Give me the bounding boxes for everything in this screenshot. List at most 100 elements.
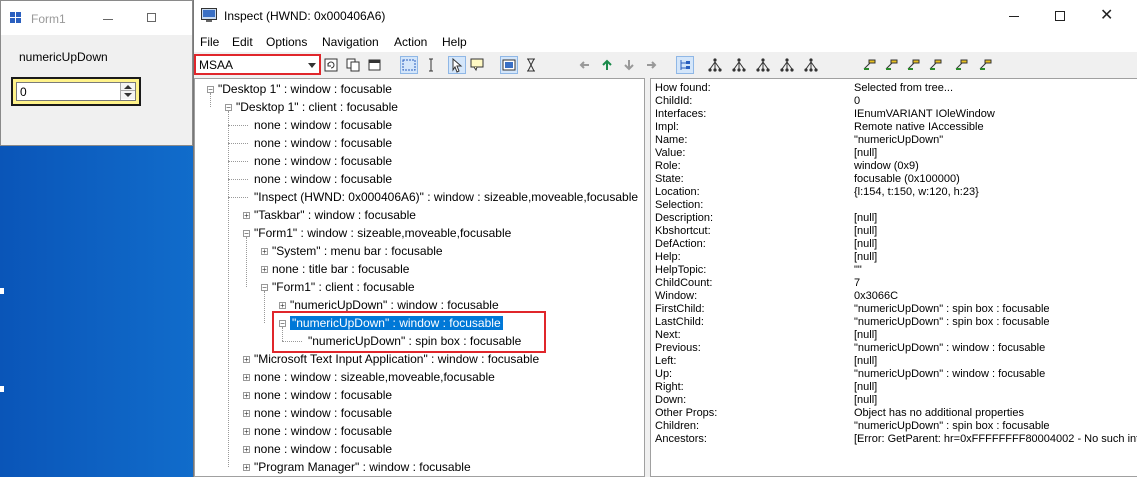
property-row[interactable]: Name: "numericUpDown" xyxy=(651,134,1137,147)
collapse-icon[interactable]: − xyxy=(225,104,232,112)
caret-icon[interactable] xyxy=(423,57,439,73)
tree-item[interactable]: none : window : focusable xyxy=(254,440,392,458)
numeric-updown-control[interactable]: 0 xyxy=(16,82,136,101)
menu-file[interactable]: File xyxy=(200,35,219,49)
property-row[interactable]: ChildCount: 7 xyxy=(651,277,1137,290)
tree-item[interactable]: none : window : focusable xyxy=(254,404,392,422)
properties-pane[interactable]: How found: Selected from tree... ChildId: 0… xyxy=(650,78,1137,477)
form1-title-bar[interactable]: Form1 xyxy=(1,1,192,35)
menu-edit[interactable]: Edit xyxy=(232,35,253,49)
property-row[interactable]: Help: [null] xyxy=(651,251,1137,264)
expand-icon[interactable]: + xyxy=(243,446,250,454)
tree-item[interactable]: none : window : focusable xyxy=(254,134,392,152)
expand-icon[interactable]: + xyxy=(243,212,250,220)
tree-item[interactable]: none : window : focusable xyxy=(254,422,392,440)
property-row[interactable]: ChildId: 0 xyxy=(651,95,1137,108)
back-icon[interactable] xyxy=(577,57,593,73)
property-row[interactable]: Selection: xyxy=(651,199,1137,212)
navigate-last-child-icon[interactable] xyxy=(803,57,819,73)
form1-minimize-button[interactable] xyxy=(103,19,113,20)
expand-icon[interactable]: + xyxy=(243,356,250,364)
property-row[interactable]: Role: window (0x9) xyxy=(651,160,1137,173)
property-row[interactable]: Description: [null] xyxy=(651,212,1137,225)
property-row[interactable]: Location: {l:154, t:150, w:120, h:23} xyxy=(651,186,1137,199)
tree-item[interactable]: none : window : focusable xyxy=(254,386,392,404)
action-icon-6[interactable] xyxy=(977,57,993,73)
expand-icon[interactable]: + xyxy=(261,266,268,274)
action-icon-4[interactable] xyxy=(927,57,943,73)
inspect-minimize-button[interactable] xyxy=(991,0,1037,32)
property-row[interactable]: Impl: Remote native IAccessible xyxy=(651,121,1137,134)
inspect-maximize-button[interactable] xyxy=(1037,0,1083,32)
menu-navigation[interactable]: Navigation xyxy=(322,35,379,49)
mode-combo[interactable]: MSAA xyxy=(194,54,321,75)
form1-maximize-button[interactable] xyxy=(147,13,156,22)
accessibility-tree[interactable]: − "Desktop 1" : window : focusable − "Deskt… xyxy=(194,78,645,477)
collapse-icon[interactable]: − xyxy=(207,86,214,94)
settings-icon[interactable] xyxy=(367,57,383,73)
tree-item[interactable]: "Program Manager" : window : focusable xyxy=(254,458,471,476)
numeric-updown-value[interactable]: 0 xyxy=(20,85,27,99)
tree-item[interactable]: "Desktop 1" : client : focusable xyxy=(236,98,398,116)
action-icon-5[interactable] xyxy=(953,57,969,73)
property-row[interactable]: Left: [null] xyxy=(651,355,1137,368)
menu-help[interactable]: Help xyxy=(442,35,467,49)
property-row[interactable]: Kbshortcut: [null] xyxy=(651,225,1137,238)
expand-icon[interactable]: + xyxy=(279,302,286,310)
forward-icon[interactable] xyxy=(643,57,659,73)
expand-icon[interactable]: + xyxy=(243,428,250,436)
navigate-parent-icon[interactable] xyxy=(707,57,723,73)
property-row[interactable]: State: focusable (0x100000) xyxy=(651,173,1137,186)
tooltip-icon[interactable] xyxy=(469,57,485,73)
tree-item[interactable]: "Desktop 1" : window : focusable xyxy=(218,80,392,98)
property-row[interactable]: Next: [null] xyxy=(651,329,1137,342)
hourglass-icon[interactable] xyxy=(523,57,539,73)
spin-up-button[interactable] xyxy=(121,83,135,91)
action-icon-3[interactable] xyxy=(905,57,921,73)
navigate-first-child-icon[interactable] xyxy=(731,57,747,73)
tree-item[interactable]: "Taskbar" : window : focusable xyxy=(254,206,416,224)
pointer-icon[interactable] xyxy=(448,56,466,74)
expand-icon[interactable]: + xyxy=(243,464,250,472)
inspect-title-bar[interactable]: Inspect (HWND: 0x000406A6) ✕ xyxy=(194,0,1137,32)
property-row[interactable]: How found: Selected from tree... xyxy=(651,82,1137,95)
inspect-close-button[interactable]: ✕ xyxy=(1083,0,1129,32)
copy-icon[interactable] xyxy=(345,57,361,73)
tree-item[interactable]: none : window : focusable xyxy=(254,116,392,134)
window-highlight-icon[interactable] xyxy=(500,56,518,74)
property-row[interactable]: Interfaces: IEnumVARIANT IOleWindow xyxy=(651,108,1137,121)
collapse-icon[interactable]: − xyxy=(243,230,250,238)
property-row[interactable]: FirstChild: "numericUpDown" : spin box : … xyxy=(651,303,1137,316)
property-row[interactable]: HelpTopic: "" xyxy=(651,264,1137,277)
rectangle-highlight-icon[interactable] xyxy=(400,56,418,74)
collapse-icon[interactable]: − xyxy=(261,284,268,292)
menu-action[interactable]: Action xyxy=(394,35,427,49)
action-icon-1[interactable] xyxy=(861,57,877,73)
navigate-next-icon[interactable] xyxy=(779,57,795,73)
property-row[interactable]: DefAction: [null] xyxy=(651,238,1137,251)
expand-icon[interactable]: + xyxy=(261,248,268,256)
action-icon-2[interactable] xyxy=(883,57,899,73)
tree-item[interactable]: none : window : focusable xyxy=(254,152,392,170)
tree-item[interactable]: "System" : menu bar : focusable xyxy=(272,242,443,260)
tree-view-icon[interactable] xyxy=(676,56,694,74)
property-row[interactable]: Up: "numericUpDown" : window : focusable xyxy=(651,368,1137,381)
property-row[interactable]: Down: [null] xyxy=(651,394,1137,407)
spin-down-button[interactable] xyxy=(121,91,135,99)
tree-item[interactable]: none : window : sizeable,moveable,focusa… xyxy=(254,368,495,386)
navigate-prev-icon[interactable] xyxy=(755,57,771,73)
property-row[interactable]: Ancestors: [Error: GetParent: hr=0xFFFFFF… xyxy=(651,433,1137,446)
property-row[interactable]: Right: [null] xyxy=(651,381,1137,394)
property-row[interactable]: Window: 0x3066C xyxy=(651,290,1137,303)
tree-item[interactable]: "Form1" : window : sizeable,moveable,foc… xyxy=(254,224,511,242)
property-row[interactable]: Children: "numericUpDown" : spin box : fo… xyxy=(651,420,1137,433)
down-arrow-icon[interactable] xyxy=(621,57,637,73)
property-row[interactable]: Previous: "numericUpDown" : window : focu… xyxy=(651,342,1137,355)
tree-item[interactable]: "Form1" : client : focusable xyxy=(272,278,415,296)
tree-item[interactable]: none : title bar : focusable xyxy=(272,260,409,278)
expand-icon[interactable]: + xyxy=(243,410,250,418)
menu-options[interactable]: Options xyxy=(266,35,307,49)
expand-icon[interactable]: + xyxy=(243,374,250,382)
property-row[interactable]: Value: [null] xyxy=(651,147,1137,160)
refresh-icon[interactable] xyxy=(323,57,339,73)
